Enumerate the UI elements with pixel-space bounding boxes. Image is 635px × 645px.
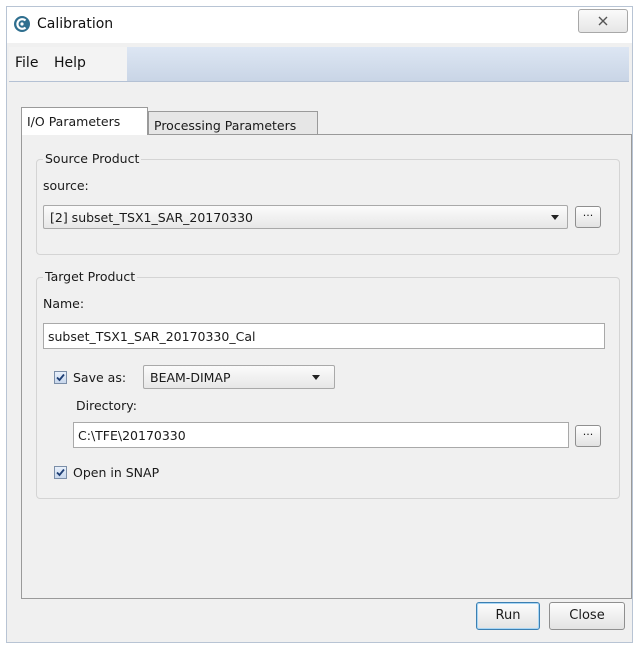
menu-file[interactable]: File [15, 55, 38, 71]
window-title: Calibration [37, 16, 114, 32]
io-parameters-panel: Source Product source: [2] subset_TSX1_S… [21, 134, 632, 599]
save-as-label: Save as: [73, 370, 127, 385]
calibration-app-icon [14, 16, 30, 32]
run-button[interactable]: Run [476, 602, 540, 630]
source-product-value: [2] subset_TSX1_SAR_20170330 [50, 210, 254, 225]
close-window-button[interactable] [578, 9, 628, 33]
save-format-value: BEAM-DIMAP [150, 370, 231, 385]
source-browse-button[interactable]: ... [575, 206, 601, 228]
target-product-group: Target Product Name: subset_TSX1_SAR_201… [36, 269, 620, 499]
close-icon [598, 16, 608, 26]
save-format-select[interactable]: BEAM-DIMAP [143, 365, 335, 389]
open-in-snap-checkbox[interactable] [54, 466, 67, 479]
tab-processing-parameters[interactable]: Processing Parameters [148, 111, 318, 136]
chevron-down-icon [312, 375, 320, 380]
chevron-down-icon [551, 215, 559, 220]
checkmark-icon [56, 468, 65, 477]
checkmark-icon [56, 373, 65, 382]
directory-label: Directory: [76, 398, 137, 413]
open-in-snap-label: Open in SNAP [73, 465, 160, 480]
menu-help[interactable]: Help [54, 55, 86, 71]
target-name-input[interactable]: subset_TSX1_SAR_20170330_Cal [43, 323, 605, 349]
tab-io-parameters[interactable]: I/O Parameters [21, 107, 148, 135]
name-label: Name: [43, 296, 85, 311]
directory-browse-button[interactable]: ... [575, 425, 601, 447]
calibration-window: Calibration File Help I/O Parameters Pro… [6, 6, 633, 643]
save-as-checkbox[interactable] [54, 371, 67, 384]
close-button[interactable]: Close [549, 602, 625, 630]
directory-input[interactable]: C:\TFE\20170330 [73, 422, 569, 448]
title-bar[interactable]: Calibration [7, 7, 632, 43]
menu-bar: File Help [9, 47, 629, 82]
source-product-select[interactable]: [2] subset_TSX1_SAR_20170330 [43, 205, 568, 229]
target-product-legend: Target Product [43, 269, 138, 284]
source-product-legend: Source Product [43, 151, 142, 166]
source-label: source: [43, 178, 89, 193]
source-product-group: Source Product source: [2] subset_TSX1_S… [36, 151, 620, 255]
